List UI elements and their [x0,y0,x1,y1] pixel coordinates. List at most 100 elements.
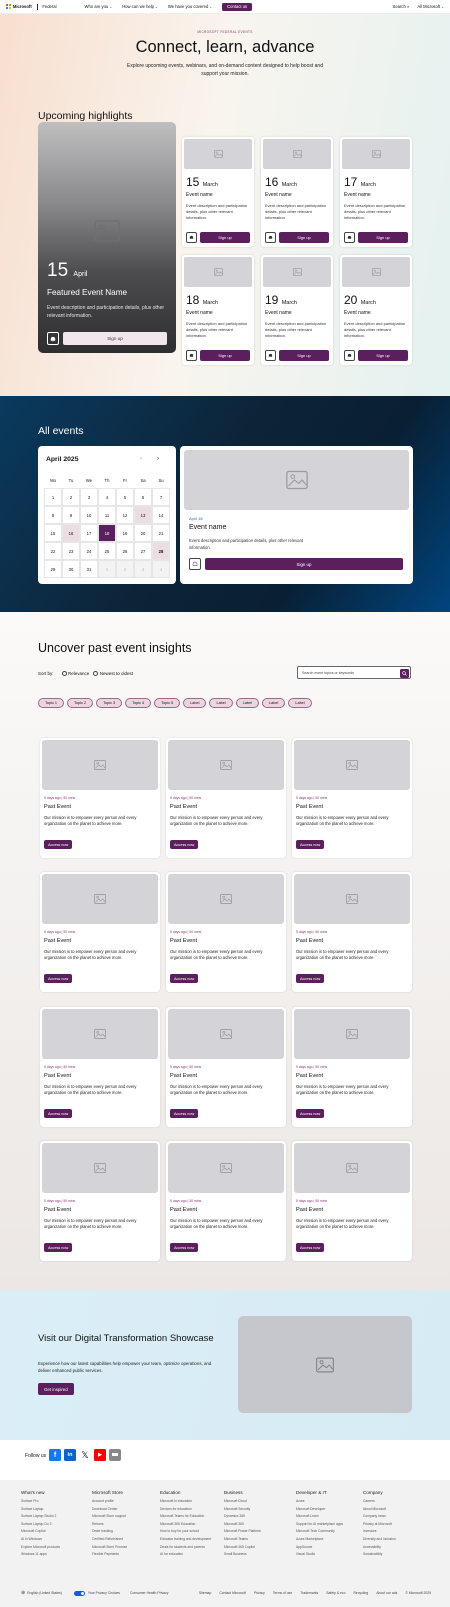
calendar-day[interactable]: 28 [152,542,170,560]
chevron-right-icon[interactable]: › [157,456,159,462]
footer-bottom-link[interactable]: Safety & eco [326,1591,345,1595]
footer-link[interactable]: How to buy for your school [160,1529,211,1537]
event-card[interactable]: 16 March Event name Event description an… [261,137,333,247]
event-signup-button[interactable]: Sign up [200,350,250,361]
calendar-day[interactable]: 8 [44,506,62,524]
facebook-icon[interactable]: f [49,1449,61,1461]
sort-newest-radio[interactable]: Newest to oldest [93,671,133,677]
calendar-day[interactable]: 18 [98,524,116,542]
footer-link[interactable]: Devices for education [160,1507,211,1515]
calendar-day[interactable]: 9 [62,506,80,524]
microsoft-logo[interactable]: Microsoft [6,4,32,9]
calendar-day[interactable]: 27 [134,542,152,560]
calendar-day[interactable]: 11 [98,506,116,524]
footer-link[interactable]: Educator training and development [160,1537,211,1545]
event-card[interactable]: 17 March Event name Event description an… [340,137,412,247]
footer-link[interactable]: Sustainability [363,1552,396,1560]
calendar-day[interactable]: 22 [44,542,62,560]
youtube-icon[interactable]: ▶ [94,1449,106,1461]
footer-link[interactable]: AI in Windows [21,1537,60,1545]
event-signup-button[interactable]: Sign up [279,350,329,361]
access-now-button[interactable]: Access now [44,1109,73,1118]
calendar-day[interactable]: 17 [80,524,98,542]
calendar-day[interactable]: 5 [116,488,134,506]
calendar-day[interactable]: 20 [134,524,152,542]
footer-link[interactable]: Investors [363,1529,396,1537]
bell-icon[interactable] [265,350,276,361]
filter-chip[interactable]: Topic 2 [67,698,94,708]
filter-chip[interactable]: Label [209,698,233,708]
event-card[interactable]: 18 March Event name Event description an… [182,255,254,365]
footer-link[interactable]: Microsoft Power Platform [224,1529,261,1537]
access-now-button[interactable]: Access now [44,974,73,983]
calendar-day[interactable]: 15 [44,524,62,542]
footer-link[interactable]: AI for education [160,1552,211,1560]
calendar-day[interactable]: 24 [80,542,98,560]
filter-chip[interactable]: Label [183,698,207,708]
access-now-button[interactable]: Access now [44,1243,73,1252]
past-event-card[interactable]: 5 days ago | 50 mins Past Event Our miss… [40,738,160,858]
footer-bottom-link[interactable]: Recycling [353,1591,368,1595]
calendar-day[interactable]: 13 [134,506,152,524]
footer-link[interactable]: Diversity and inclusion [363,1537,396,1545]
nav-who-are-you[interactable]: Who are you⌄ [85,4,113,9]
footer-link[interactable]: Visual Studio [296,1552,343,1560]
bell-icon[interactable] [186,232,197,243]
event-card[interactable]: 15 March Event name Event description an… [182,137,254,247]
past-event-card[interactable]: 5 days ago | 50 mins Past Event Our miss… [166,1007,286,1127]
footer-bottom-link[interactable]: Terms of use [273,1591,292,1595]
access-now-button[interactable]: Access now [44,840,73,849]
footer-link[interactable]: Microsoft 365 Education [160,1522,211,1530]
site-name[interactable]: Federal [42,4,56,9]
calendar-day[interactable]: 29 [44,560,62,578]
calendar-day[interactable]: 3 [80,488,98,506]
filter-chip[interactable]: Label [288,698,312,708]
filter-chip[interactable]: Topic 5 [154,698,181,708]
footer-bottom-link[interactable]: Sitemap [199,1591,211,1595]
featured-signup-button[interactable]: Sign up [63,332,167,345]
bell-icon[interactable] [344,350,355,361]
calendar-day[interactable]: 23 [62,542,80,560]
footer-link[interactable]: Surface Laptop [21,1507,60,1515]
footer-link[interactable]: Microsoft Store support [92,1514,127,1522]
filter-chip[interactable]: Label [235,698,260,708]
calendar-day[interactable]: 21 [152,524,170,542]
past-event-card[interactable]: 5 days ago | 50 mins Past Event Our miss… [166,738,286,858]
footer-link[interactable]: Privacy at Microsoft [363,1522,396,1530]
calendar-day[interactable]: 16 [62,524,80,542]
footer-link[interactable]: Microsoft Cloud [224,1499,261,1507]
event-search-input[interactable]: Search event topics or keywords [297,666,411,679]
footer-link[interactable]: Microsoft 365 Copilot [224,1545,261,1553]
footer-link[interactable]: Windows 11 apps [21,1552,60,1560]
event-signup-button[interactable]: Sign up [200,232,250,243]
footer-link[interactable]: Microsoft 365 [224,1522,261,1530]
calendar-day[interactable]: 1 [44,488,62,506]
footer-bottom-link[interactable]: Privacy [254,1591,265,1595]
blog-icon[interactable] [109,1449,121,1461]
linkedin-icon[interactable]: in [64,1449,76,1461]
past-event-card[interactable]: 5 days ago | 50 mins Past Event Our miss… [166,872,286,992]
access-now-button[interactable]: Access now [170,1243,199,1252]
bell-icon[interactable] [186,350,197,361]
footer-link[interactable]: Flexible Payments [92,1552,127,1560]
footer-link[interactable]: Azure [296,1499,343,1507]
chevron-left-icon[interactable]: ‹ [140,456,142,462]
past-event-card[interactable]: 5 days ago | 50 mins Past Event Our miss… [40,1007,160,1127]
calendar-day[interactable]: 4 [98,488,116,506]
filter-chip[interactable]: Topic 4 [125,698,152,708]
past-event-card[interactable]: 5 days ago | 50 mins Past Event Our miss… [40,872,160,992]
filter-chip[interactable]: Topic 1 [38,698,65,708]
footer-bottom-link[interactable]: Trademarks [300,1591,318,1595]
footer-link[interactable]: Surface Laptop Go 3 [21,1522,60,1530]
all-microsoft-menu[interactable]: All Microsoft⌄ [417,4,444,9]
footer-link[interactable]: Microsoft Tech Community [296,1529,343,1537]
calendar-day[interactable]: 6 [134,488,152,506]
bell-icon[interactable] [47,332,59,345]
footer-link[interactable]: Microsoft Security [224,1507,261,1515]
privacy-choices-link[interactable]: Your Privacy Choices [88,1591,120,1595]
get-inspired-button[interactable]: Get inspired [38,1383,74,1395]
event-signup-button[interactable]: Sign up [358,350,408,361]
bell-icon[interactable] [265,232,276,243]
calendar-day[interactable]: 2 [116,560,134,578]
footer-bottom-link[interactable]: Contact Microsoft [219,1591,245,1595]
